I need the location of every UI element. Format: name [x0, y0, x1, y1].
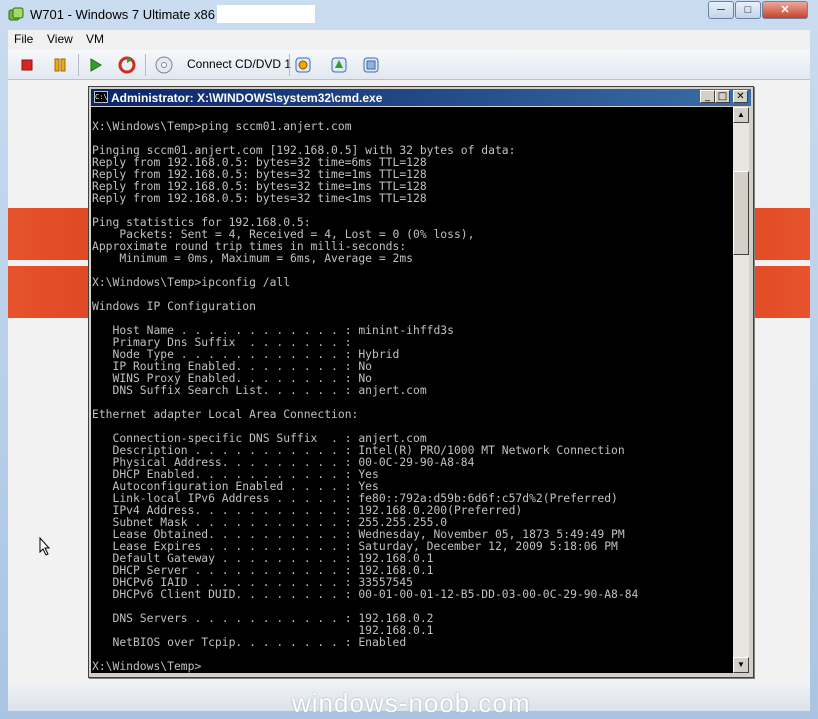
- toolbar-separator: [145, 54, 146, 76]
- connect-cd-dvd-button[interactable]: Connect CD/DVD 1: [187, 57, 291, 71]
- snapshot-icon[interactable]: [293, 55, 313, 75]
- pause-icon[interactable]: [50, 55, 70, 75]
- revert-snapshot-icon[interactable]: [329, 55, 349, 75]
- scroll-up-arrow-icon[interactable]: ▲: [733, 107, 749, 123]
- menu-vm[interactable]: VM: [86, 32, 104, 46]
- toolbar: Connect CD/DVD 1: [8, 50, 810, 80]
- vm-host-window: W701 - Windows 7 Ultimate x86 on ─ □ ✕ F…: [0, 0, 818, 719]
- cmd-title-bar[interactable]: C:\ Administrator: X:\WINDOWS\system32\c…: [91, 89, 751, 106]
- cmd-window: C:\ Administrator: X:\WINDOWS\system32\c…: [88, 86, 754, 678]
- scroll-thumb[interactable]: [733, 171, 749, 255]
- menu-file[interactable]: File: [14, 32, 33, 46]
- console-output[interactable]: X:\Windows\Temp>ping sccm01.anjert.com P…: [91, 107, 733, 673]
- maximize-button[interactable]: □: [735, 1, 761, 19]
- console-line: X:\Windows\Temp>: [92, 659, 202, 673]
- window-title: W701 - Windows 7 Ultimate x86 on: [30, 7, 234, 22]
- host-title-bar: W701 - Windows 7 Ultimate x86 on ─ □ ✕: [0, 0, 818, 30]
- console-line: NetBIOS over Tcpip. . . . . . . . : Enab…: [112, 635, 407, 649]
- console-line: Ethernet adapter Local Area Connection:: [92, 407, 359, 421]
- console-line: DHCPv6 Client DUID. . . . . . . . : 00-0…: [112, 587, 639, 601]
- console-line: Minimum = 0ms, Maximum = 6ms, Average = …: [119, 251, 413, 265]
- console-line: Reply from 192.168.0.5: bytes=32 time<1m…: [92, 191, 427, 205]
- console-text: X:\Windows\Temp>ping sccm01.anjert.com P…: [92, 120, 638, 672]
- console-line: X:\Windows\Temp>ipconfig /all: [92, 275, 291, 289]
- redacted-host-name: [217, 5, 315, 23]
- console-line: Windows IP Configuration: [92, 299, 256, 313]
- minimize-button[interactable]: ─: [708, 1, 734, 19]
- cmd-title: Administrator: X:\WINDOWS\system32\cmd.e…: [111, 91, 383, 105]
- toolbar-separator: [289, 54, 290, 76]
- watermark: windows-noob.com: [292, 688, 531, 718]
- manage-snapshots-icon[interactable]: [361, 55, 381, 75]
- close-button[interactable]: ✕: [762, 1, 808, 19]
- vm-app-icon: [8, 7, 24, 21]
- console-line: X:\Windows\Temp>ping sccm01.anjert.com: [92, 119, 352, 133]
- menu-bar: File View VM: [8, 30, 810, 50]
- cmd-maximize-button[interactable]: □: [715, 90, 730, 103]
- reset-icon[interactable]: [117, 55, 137, 75]
- menu-view[interactable]: View: [47, 32, 73, 46]
- cd-dvd-icon[interactable]: [154, 55, 174, 75]
- scroll-down-arrow-icon[interactable]: ▼: [733, 657, 749, 673]
- stop-icon[interactable]: [17, 55, 37, 75]
- vertical-scrollbar[interactable]: ▲ ▼: [733, 107, 749, 673]
- mouse-cursor-icon: [39, 537, 51, 556]
- cmd-icon: C:\: [94, 91, 108, 103]
- toolbar-separator: [78, 54, 79, 76]
- play-icon[interactable]: [85, 55, 105, 75]
- cmd-minimize-button[interactable]: _: [700, 90, 715, 103]
- cmd-close-button[interactable]: ✕: [733, 90, 748, 103]
- console-line: DNS Suffix Search List. . . . . . : anje…: [112, 383, 427, 397]
